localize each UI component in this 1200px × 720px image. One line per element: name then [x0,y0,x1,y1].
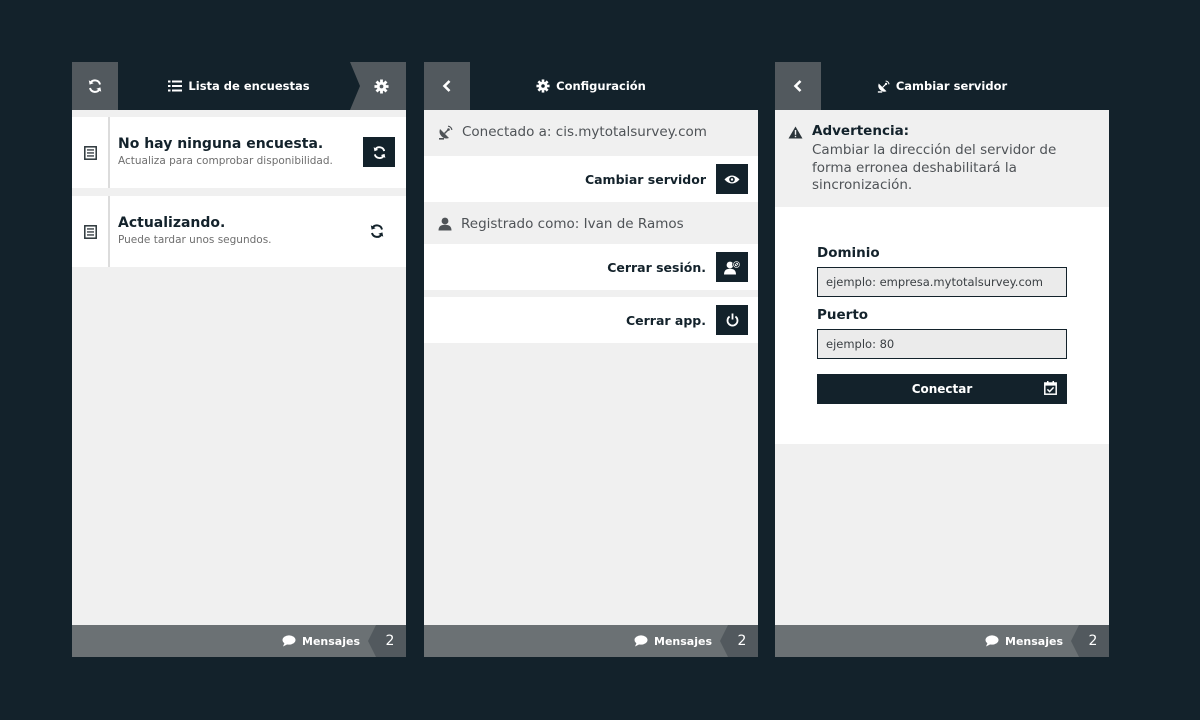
messages-label: Mensajes [1005,634,1063,648]
messages-link[interactable]: Mensajes [282,625,360,657]
gear-icon [373,78,389,94]
footer-bar: Mensajes 2 [424,625,758,657]
card-subtitle: Puede tardar unos segundos. [118,234,272,246]
change-server-button[interactable] [716,164,748,194]
speech-bubble-icon [634,635,648,647]
messages-link[interactable]: Mensajes [634,625,712,657]
refresh-icon [88,79,102,93]
header-bar: Cambiar servidor [775,62,1109,110]
refresh-button[interactable] [72,62,118,110]
document-icon [72,117,110,188]
user-logout-icon [723,259,741,274]
gear-icon [536,79,550,93]
eye-icon [724,175,740,183]
logout-button[interactable] [716,252,748,282]
logout-label: Cerrar sesión. [607,259,706,275]
port-input[interactable] [817,329,1067,359]
document-icon [72,196,110,267]
survey-list-screen: Lista de encuestas No hay ninguna encues… [72,62,406,657]
messages-label: Mensajes [654,634,712,648]
warning-icon [788,124,803,143]
messages-label: Mensajes [302,634,360,648]
card-title: Actualizando. [118,215,226,231]
user-icon [438,217,452,231]
page-title-text: Configuración [556,79,646,93]
footer-bar: Mensajes 2 [72,625,406,657]
warning-text: Cambiar la dirección del servidor de for… [812,142,1057,193]
sync-icon [369,223,385,243]
messages-count-badge[interactable]: 2 [720,625,758,657]
satellite-dish-icon [439,125,453,140]
power-icon [726,313,738,327]
port-label: Puerto [817,307,869,323]
logout-row[interactable]: Cerrar sesión. [424,244,758,290]
card-subtitle: Actualiza para comprobar disponibilidad. [118,155,333,167]
list-item: No hay ninguna encuesta. Actualiza para … [72,117,406,188]
messages-link[interactable]: Mensajes [985,625,1063,657]
connect-button[interactable]: Conectar [817,374,1067,404]
header-bar: Configuración [424,62,758,110]
speech-bubble-icon [282,635,296,647]
footer-bar: Mensajes 2 [775,625,1109,657]
change-server-screen: Cambiar servidor Advertencia: Cambiar la… [775,62,1109,657]
close-app-row[interactable]: Cerrar app. [424,297,758,343]
domain-label: Dominio [817,245,880,261]
close-app-button[interactable] [716,305,748,335]
back-button[interactable] [775,62,821,110]
domain-input[interactable] [817,267,1067,297]
server-info-text: Conectado a: cis.mytotalsurvey.com [462,124,707,140]
user-info-text: Registrado como: Ivan de Ramos [461,216,684,232]
change-server-row[interactable]: Cambiar servidor [424,156,758,202]
refresh-icon [373,145,385,159]
chevron-left-icon [442,80,451,92]
server-info: Conectado a: cis.mytotalsurvey.com [424,110,758,154]
settings-screen: Configuración Conectado a: cis.mytotalsu… [424,62,758,657]
back-button[interactable] [424,62,470,110]
header-bar: Lista de encuestas [72,62,406,110]
page-title: Configuración [470,62,712,110]
calendar-check-icon [1044,381,1057,395]
change-server-label: Cambiar servidor [584,171,706,187]
refresh-surveys-button[interactable] [363,137,395,167]
messages-count-badge[interactable]: 2 [368,625,406,657]
satellite-dish-icon [877,80,890,93]
server-form: Dominio Puerto Conectar [775,207,1109,444]
page-title: Cambiar servidor [821,62,1063,110]
messages-count-badge[interactable]: 2 [1071,625,1109,657]
page-title: Lista de encuestas [118,62,360,110]
page-title-text: Cambiar servidor [895,79,1008,93]
user-info: Registrado como: Ivan de Ramos [424,202,758,246]
page-title-text: Lista de encuestas [188,79,310,93]
list-item: Actualizando. Puede tardar unos segundos… [72,196,406,267]
warning-box: Advertencia: Cambiar la dirección del se… [775,110,1109,207]
speech-bubble-icon [985,635,999,647]
warning-title: Advertencia: [812,123,910,139]
chevron-left-icon [793,80,802,92]
connect-button-label: Conectar [911,382,973,396]
list-icon [168,80,183,92]
close-app-label: Cerrar app. [625,312,706,328]
card-title: No hay ninguna encuesta. [118,136,324,152]
